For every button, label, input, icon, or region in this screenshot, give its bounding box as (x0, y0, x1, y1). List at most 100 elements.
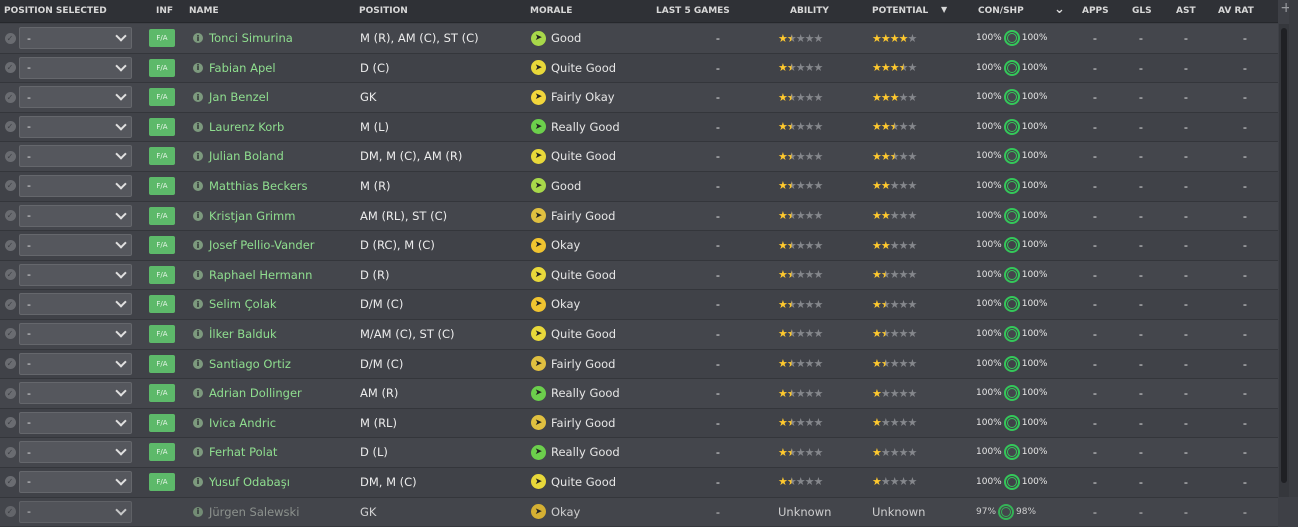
info-icon[interactable]: i (193, 409, 205, 437)
position-select[interactable]: - (19, 293, 132, 315)
table-row[interactable]: ✓ - F/A i Fabian Apel D (C) ➤Quite Good … (0, 54, 1278, 84)
table-row[interactable]: ✓ - F/A i Santiago Ortiz D/M (C) ➤Fairly… (0, 350, 1278, 380)
chevron-down-icon[interactable]: ⌄ (1054, 2, 1065, 17)
row-check-icon[interactable]: ✓ (3, 409, 17, 437)
row-check-icon[interactable]: ✓ (3, 350, 17, 378)
scrollbar[interactable] (1279, 24, 1289, 497)
info-icon[interactable]: i (193, 320, 205, 348)
position-select[interactable]: - (19, 205, 132, 227)
player-name[interactable]: Josef Pellio-Vander (209, 231, 315, 259)
position-select[interactable]: - (19, 353, 132, 375)
info-icon[interactable]: i (193, 438, 205, 466)
player-name[interactable]: Selim Çolak (209, 290, 277, 318)
position-select[interactable]: - (19, 441, 132, 463)
row-check-icon[interactable]: ✓ (3, 172, 17, 200)
col-morale[interactable]: MORALE (530, 6, 572, 16)
table-row[interactable]: ✓ - F/A i Tonci Simurina M (R), AM (C), … (0, 24, 1278, 54)
table-row[interactable]: ✓ - F/A i Adrian Dollinger AM (R) ➤Reall… (0, 379, 1278, 409)
info-icon[interactable]: i (193, 24, 205, 52)
info-icon[interactable]: i (193, 172, 205, 200)
row-check-icon[interactable]: ✓ (3, 142, 17, 170)
table-row[interactable]: ✓ - F/A i Josef Pellio-Vander D (RC), M … (0, 231, 1278, 261)
player-name[interactable]: Fabian Apel (209, 54, 276, 82)
info-icon[interactable]: i (193, 142, 205, 170)
player-name[interactable]: Tonci Simurina (209, 24, 293, 52)
table-row[interactable]: ✓ - F/A i Ferhat Polat D (L) ➤Really Goo… (0, 438, 1278, 468)
table-row[interactable]: ✓ - F/A i Julian Boland DM, M (C), AM (R… (0, 142, 1278, 172)
col-name[interactable]: NAME (189, 6, 219, 16)
table-row[interactable]: ✓ - F/A i Kristjan Grimm AM (RL), ST (C)… (0, 202, 1278, 232)
row-check-icon[interactable]: ✓ (3, 379, 17, 407)
row-check-icon[interactable]: ✓ (3, 468, 17, 496)
info-icon[interactable]: i (193, 113, 205, 141)
scrollbar-thumb[interactable] (1281, 28, 1287, 483)
player-name[interactable]: Jürgen Salewski (209, 498, 299, 526)
col-ability[interactable]: ABILITY (790, 6, 829, 16)
row-check-icon[interactable]: ✓ (3, 24, 17, 52)
info-icon[interactable]: i (193, 290, 205, 318)
player-name[interactable]: Kristjan Grimm (209, 202, 295, 230)
table-row[interactable]: ✓ - F/A i İlker Balduk M/AM (C), ST (C) … (0, 320, 1278, 350)
info-icon[interactable]: i (193, 83, 205, 111)
player-name[interactable]: Adrian Dollinger (209, 379, 302, 407)
sort-chevron-icon[interactable]: ▼ (941, 5, 947, 14)
table-row[interactable]: ✓ - F/A i Jan Benzel GK ➤Fairly Okay - ★… (0, 83, 1278, 113)
info-icon[interactable]: i (193, 498, 205, 526)
row-check-icon[interactable]: ✓ (3, 498, 17, 526)
position-select[interactable]: - (19, 412, 132, 434)
player-name[interactable]: İlker Balduk (209, 320, 277, 348)
col-last5[interactable]: LAST 5 GAMES (656, 6, 730, 16)
position-select[interactable]: - (19, 264, 132, 286)
row-check-icon[interactable]: ✓ (3, 320, 17, 348)
table-row[interactable]: ✓ - F/A i Ivica Andric M (RL) ➤Fairly Go… (0, 409, 1278, 439)
position-select[interactable]: - (19, 323, 132, 345)
position-select[interactable]: - (19, 27, 132, 49)
player-name[interactable]: Matthias Beckers (209, 172, 308, 200)
info-icon[interactable]: i (193, 261, 205, 289)
info-icon[interactable]: i (193, 54, 205, 82)
player-name[interactable]: Julian Boland (209, 142, 284, 170)
player-name[interactable]: Ferhat Polat (209, 438, 277, 466)
position-select[interactable]: - (19, 234, 132, 256)
col-gls[interactable]: GLS (1132, 6, 1152, 16)
player-name[interactable]: Yusuf Odabaşı (209, 468, 290, 496)
row-check-icon[interactable]: ✓ (3, 83, 17, 111)
col-apps[interactable]: APPS (1082, 6, 1109, 16)
position-select[interactable]: - (19, 471, 132, 493)
info-icon[interactable]: i (193, 468, 205, 496)
position-select[interactable]: - (19, 86, 132, 108)
player-name[interactable]: Ivica Andric (209, 409, 276, 437)
table-row[interactable]: ✓ - F/A i Matthias Beckers M (R) ➤Good -… (0, 172, 1278, 202)
info-icon[interactable]: i (193, 202, 205, 230)
table-row[interactable]: ✓ - F/A i Laurenz Korb M (L) ➤Really Goo… (0, 113, 1278, 143)
position-select[interactable]: - (19, 175, 132, 197)
col-con-shp[interactable]: CON/SHP (978, 6, 1024, 16)
position-select[interactable]: - (19, 145, 132, 167)
info-icon[interactable]: i (193, 231, 205, 259)
row-check-icon[interactable]: ✓ (3, 54, 17, 82)
col-ast[interactable]: AST (1176, 6, 1196, 16)
col-potential[interactable]: POTENTIAL (872, 6, 928, 16)
row-check-icon[interactable]: ✓ (3, 231, 17, 259)
player-name[interactable]: Jan Benzel (209, 83, 269, 111)
player-name[interactable]: Santiago Ortiz (209, 350, 291, 378)
position-select[interactable]: - (19, 501, 132, 523)
table-row[interactable]: ✓ - F/A i Yusuf Odabaşı DM, M (C) ➤Quite… (0, 468, 1278, 498)
info-icon[interactable]: i (193, 350, 205, 378)
row-check-icon[interactable]: ✓ (3, 438, 17, 466)
player-name[interactable]: Laurenz Korb (209, 113, 284, 141)
row-check-icon[interactable]: ✓ (3, 290, 17, 318)
row-check-icon[interactable]: ✓ (3, 261, 17, 289)
info-icon[interactable]: i (193, 379, 205, 407)
position-select[interactable]: - (19, 57, 132, 79)
col-inf[interactable]: INF (156, 6, 173, 16)
row-check-icon[interactable]: ✓ (3, 113, 17, 141)
row-check-icon[interactable]: ✓ (3, 202, 17, 230)
position-select[interactable]: - (19, 116, 132, 138)
position-select[interactable]: - (19, 382, 132, 404)
col-position-selected[interactable]: POSITION SELECTED (4, 6, 107, 16)
col-av-rat[interactable]: AV RAT (1218, 6, 1254, 16)
player-name[interactable]: Raphael Hermann (209, 261, 312, 289)
table-row[interactable]: ✓ - F/A i Raphael Hermann D (R) ➤Quite G… (0, 261, 1278, 291)
table-row[interactable]: ✓ - F/A i Selim Çolak D/M (C) ➤Okay - ★★… (0, 290, 1278, 320)
